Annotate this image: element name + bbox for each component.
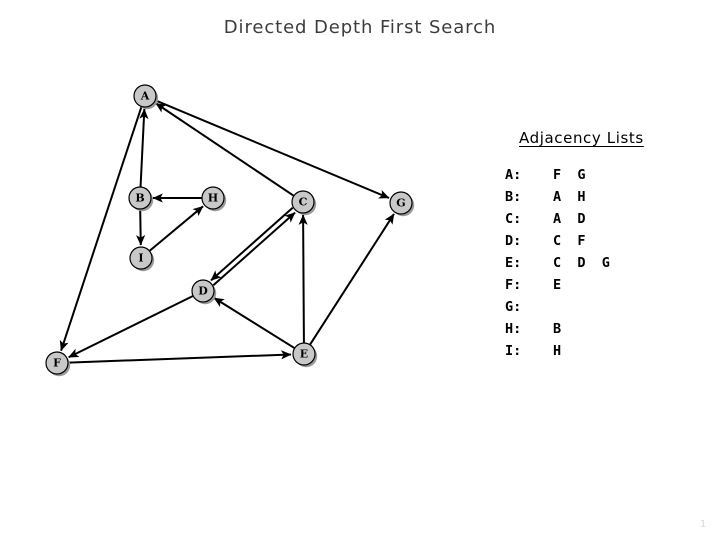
node-label: I (138, 252, 143, 265)
adjacency-row: D: C F (505, 230, 610, 252)
graph-edge-i-to-h (149, 205, 204, 252)
adjacency-vertex: A: (505, 167, 522, 183)
adjacency-lists-table: A: F G B: A H C: A D D: C F E: C D G F: E G: H: B I: H (505, 164, 610, 362)
adjacency-neighbors: C F (553, 233, 586, 249)
adjacency-row: A: F G (505, 164, 610, 186)
adjacency-row: F: E (505, 274, 610, 296)
graph-edge-layer (59, 99, 395, 364)
adjacency-neighbors: A D (553, 211, 586, 227)
adjacency-row: H: B (505, 318, 610, 340)
graph-edge-e-to-g (309, 213, 395, 345)
graph-node-e[interactable]: E (292, 342, 318, 368)
node-label: B (135, 192, 144, 205)
graph-edge-b-to-a (139, 108, 149, 187)
graph-edge-a-to-f (59, 106, 143, 352)
adjacency-neighbors: E (553, 277, 562, 293)
graph-edge-b-to-i (136, 209, 146, 246)
graph-canvas: A B H C G I D E F (45, 84, 415, 377)
node-label: D (198, 285, 208, 298)
adjacency-neighbors (553, 296, 610, 318)
graph-edge-e-to-d (213, 297, 295, 349)
node-label: H (208, 192, 218, 205)
page-number: 1 (700, 519, 707, 530)
adjacency-neighbors: F G (553, 167, 586, 183)
graph-edge-e-to-c (298, 214, 308, 343)
node-label: C (299, 196, 308, 209)
adjacency-vertex: H: (505, 321, 522, 337)
adjacency-neighbors: A H (553, 189, 586, 205)
graph-node-b[interactable]: B (128, 186, 154, 212)
node-label: F (53, 357, 61, 370)
adjacency-neighbors: C D G (553, 255, 610, 271)
graph-node-a[interactable]: A (133, 84, 159, 110)
adjacency-row: C: A D (505, 208, 610, 230)
graph-edge-d-to-c (212, 211, 296, 287)
adjacency-lists-panel: Adjacency Lists A: F G B: A H C: A D D: C F E: C … (505, 128, 705, 362)
adjacency-vertex: E: (505, 255, 522, 271)
adjacency-lists-heading: Adjacency Lists (519, 129, 644, 147)
adjacency-vertex: C: (505, 211, 522, 227)
graph-edge-a-to-g (155, 99, 390, 199)
adjacency-vertex: B: (505, 189, 522, 205)
adjacency-row: I: H (505, 340, 610, 362)
graph-node-h[interactable]: H (201, 186, 227, 212)
node-label: G (396, 197, 405, 210)
adjacency-vertex: F: (505, 277, 522, 293)
adjacency-vertex: D: (505, 233, 522, 249)
adjacency-neighbors: B (553, 321, 562, 337)
graph-edge-f-to-e (68, 350, 292, 364)
graph-node-g[interactable]: G (389, 191, 415, 217)
adjacency-vertex: I: (505, 343, 522, 359)
adjacency-row: E: C D G (505, 252, 610, 274)
adjacency-vertex: G: (505, 299, 522, 315)
directed-graph: A B H C G I D E F (0, 0, 470, 420)
graph-node-f[interactable]: F (45, 351, 71, 377)
adjacency-row: G: (505, 296, 610, 318)
node-label: E (300, 348, 308, 361)
adjacency-neighbors: H (553, 343, 562, 359)
graph-node-c[interactable]: C (291, 190, 317, 216)
graph-node-d[interactable]: D (191, 279, 217, 305)
slide-canvas: Directed Depth First Search ABHCGIDEF Ad… (0, 0, 720, 540)
adjacency-row: B: A H (505, 186, 610, 208)
graph-edge-c-to-d (210, 206, 294, 282)
node-label: A (140, 90, 150, 103)
graph-edge-d-to-f (68, 295, 194, 359)
